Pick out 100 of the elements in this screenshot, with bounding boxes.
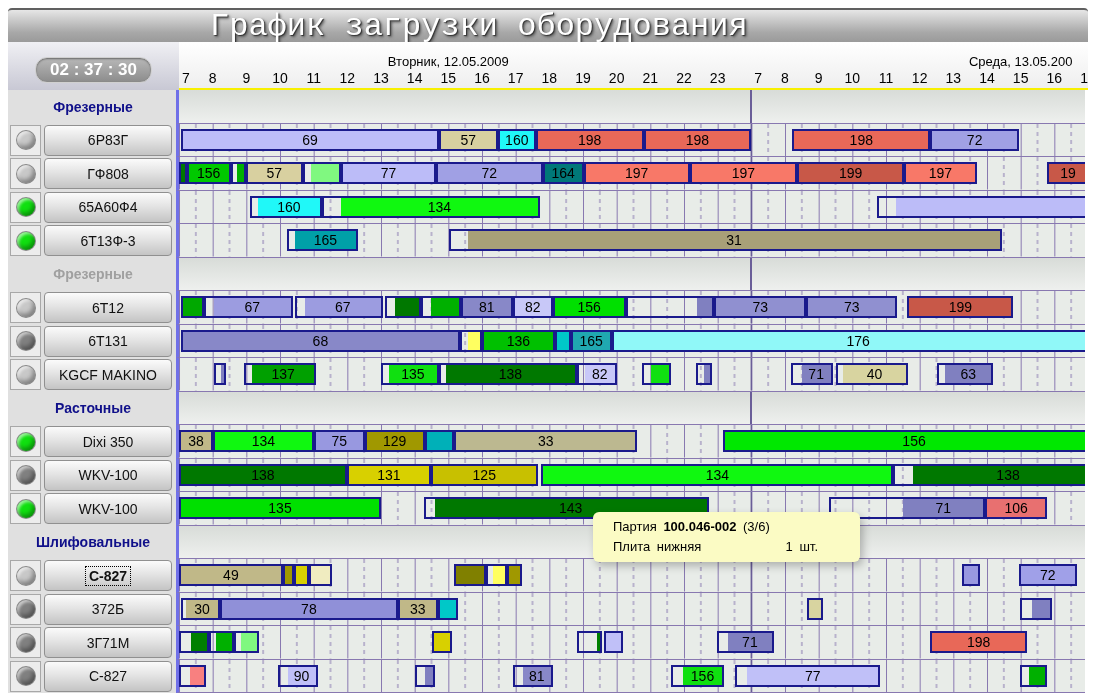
task-bar[interactable]: [625, 296, 715, 318]
task-bar[interactable]: 138: [893, 463, 1085, 486]
task-bar[interactable]: 77: [735, 664, 881, 687]
task-bar[interactable]: [234, 631, 259, 653]
task-bar[interactable]: 138: [438, 363, 577, 385]
task-bar[interactable]: 176: [611, 329, 1085, 352]
task-bar[interactable]: 197: [583, 162, 690, 184]
task-bar[interactable]: 81: [512, 664, 553, 687]
task-bar[interactable]: 19: [1047, 162, 1085, 184]
task-bar[interactable]: 73: [714, 296, 807, 318]
task-bar[interactable]: 49: [179, 564, 283, 586]
task-bar[interactable]: 90: [277, 664, 318, 687]
task-bar[interactable]: [384, 296, 421, 318]
task-bar[interactable]: 156: [186, 162, 231, 184]
task-bar[interactable]: 31: [448, 229, 1003, 251]
task-bar[interactable]: [506, 564, 523, 586]
task-bar[interactable]: 67: [203, 296, 293, 318]
machine-button[interactable]: 65А60Ф4: [44, 191, 172, 223]
machine-button[interactable]: С-827: [44, 660, 172, 692]
machine-button[interactable]: ГФ808: [44, 158, 172, 190]
task-bar[interactable]: 199: [907, 296, 1014, 318]
task-bar[interactable]: 82: [512, 296, 553, 318]
machine-button[interactable]: 6Т13Ф-3: [44, 225, 172, 257]
machine-button[interactable]: 6Р83Г: [44, 124, 172, 156]
task-bar[interactable]: 134: [213, 430, 314, 452]
task-bar[interactable]: [877, 195, 1085, 218]
task-bar[interactable]: 165: [570, 329, 612, 352]
task-bar[interactable]: 131: [346, 463, 431, 486]
task-bar[interactable]: 164: [542, 162, 584, 184]
task-bar[interactable]: 156: [723, 430, 1085, 452]
task-bar[interactable]: [1020, 664, 1047, 687]
task-bar[interactable]: [554, 329, 571, 352]
task-bar[interactable]: 156: [670, 664, 725, 687]
task-bar[interactable]: 69: [181, 128, 439, 151]
task-bar[interactable]: [437, 597, 458, 620]
task-bar[interactable]: 134: [541, 463, 894, 486]
task-bar[interactable]: 57: [438, 128, 498, 151]
task-bar[interactable]: [230, 162, 246, 184]
machine-button[interactable]: 6Т12: [44, 292, 172, 324]
task-bar[interactable]: 73: [806, 296, 898, 318]
task-bar[interactable]: [431, 631, 452, 653]
task-bar[interactable]: 135: [179, 497, 381, 519]
task-bar[interactable]: 106: [985, 497, 1048, 519]
task-bar[interactable]: [577, 631, 602, 653]
machine-button[interactable]: 3Г71М: [44, 627, 172, 659]
task-bar[interactable]: [303, 162, 342, 184]
task-bar[interactable]: 78: [219, 597, 398, 620]
task-bar[interactable]: 160: [249, 195, 323, 218]
task-bar[interactable]: 160: [497, 128, 536, 151]
task-bar[interactable]: 198: [930, 631, 1027, 653]
task-bar[interactable]: 125: [430, 463, 538, 486]
task-bar[interactable]: 30: [181, 597, 220, 620]
machine-button[interactable]: 6Т131: [44, 325, 172, 357]
task-bar[interactable]: 82: [576, 363, 617, 385]
machine-button[interactable]: WKV-100: [44, 459, 172, 491]
task-bar[interactable]: 72: [930, 128, 1019, 151]
machine-button[interactable]: Dixi 350: [44, 426, 172, 458]
task-bar[interactable]: 77: [341, 162, 436, 184]
task-bar[interactable]: 71: [790, 363, 833, 385]
task-bar[interactable]: 33: [453, 430, 638, 452]
task-bar[interactable]: [179, 631, 209, 653]
task-bar[interactable]: [208, 631, 234, 653]
task-bar[interactable]: 68: [181, 329, 460, 352]
task-bar[interactable]: 198: [792, 128, 931, 151]
task-bar[interactable]: 197: [689, 162, 798, 184]
task-bar[interactable]: 67: [295, 296, 383, 318]
task-bar[interactable]: [486, 564, 507, 586]
machine-button[interactable]: 372Б: [44, 593, 172, 625]
task-bar[interactable]: 81: [460, 296, 513, 318]
task-bar[interactable]: 156: [552, 296, 626, 318]
task-bar[interactable]: 197: [903, 162, 977, 184]
task-bar[interactable]: [807, 597, 823, 620]
task-bar[interactable]: 57: [245, 162, 303, 184]
task-bar[interactable]: 136: [482, 329, 555, 352]
task-bar[interactable]: 165: [286, 229, 358, 251]
task-bar[interactable]: [294, 564, 310, 586]
task-bar[interactable]: [309, 564, 332, 586]
task-bar[interactable]: 71: [829, 497, 986, 519]
task-bar[interactable]: 129: [364, 430, 425, 452]
task-bar[interactable]: [1020, 597, 1053, 620]
task-bar[interactable]: 72: [1018, 564, 1077, 586]
task-bar[interactable]: [414, 664, 436, 687]
task-bar[interactable]: [696, 363, 713, 385]
task-bar[interactable]: 33: [397, 597, 438, 620]
task-bar[interactable]: 198: [535, 128, 644, 151]
task-bar[interactable]: 71: [716, 631, 775, 653]
task-bar[interactable]: 137: [244, 363, 316, 385]
machine-button[interactable]: WKV-100: [44, 493, 172, 525]
task-bar[interactable]: [641, 363, 671, 385]
task-bar[interactable]: [962, 564, 981, 586]
task-bar[interactable]: 75: [313, 430, 365, 452]
task-bar[interactable]: 138: [179, 463, 347, 486]
task-bar[interactable]: 198: [643, 128, 752, 151]
task-bar[interactable]: 72: [436, 162, 543, 184]
task-bar[interactable]: [420, 296, 461, 318]
machine-button[interactable]: С-827: [44, 560, 172, 592]
task-bar[interactable]: [604, 631, 624, 653]
task-bar[interactable]: 135: [381, 363, 439, 385]
task-bar[interactable]: 63: [937, 363, 994, 385]
task-bar[interactable]: 199: [797, 162, 904, 184]
